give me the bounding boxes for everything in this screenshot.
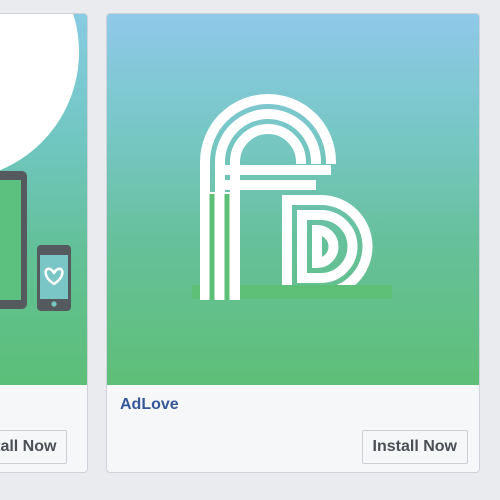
app-card-adlove[interactable]: AdLove Install Now xyxy=(106,13,480,473)
phone-heart-icon xyxy=(37,245,71,311)
install-now-button[interactable]: Install Now xyxy=(0,430,68,464)
app-card-previous[interactable]: Install Now xyxy=(0,13,88,473)
app-title[interactable]: AdLove xyxy=(120,396,179,414)
white-circle-shape xyxy=(0,14,79,171)
adlove-logo-icon xyxy=(192,94,392,300)
app-banner xyxy=(107,14,479,385)
app-banner xyxy=(0,14,87,385)
devices-illustration xyxy=(0,14,79,311)
install-now-button[interactable]: Install Now xyxy=(361,430,468,464)
app-gallery: Install Now xyxy=(0,0,500,500)
